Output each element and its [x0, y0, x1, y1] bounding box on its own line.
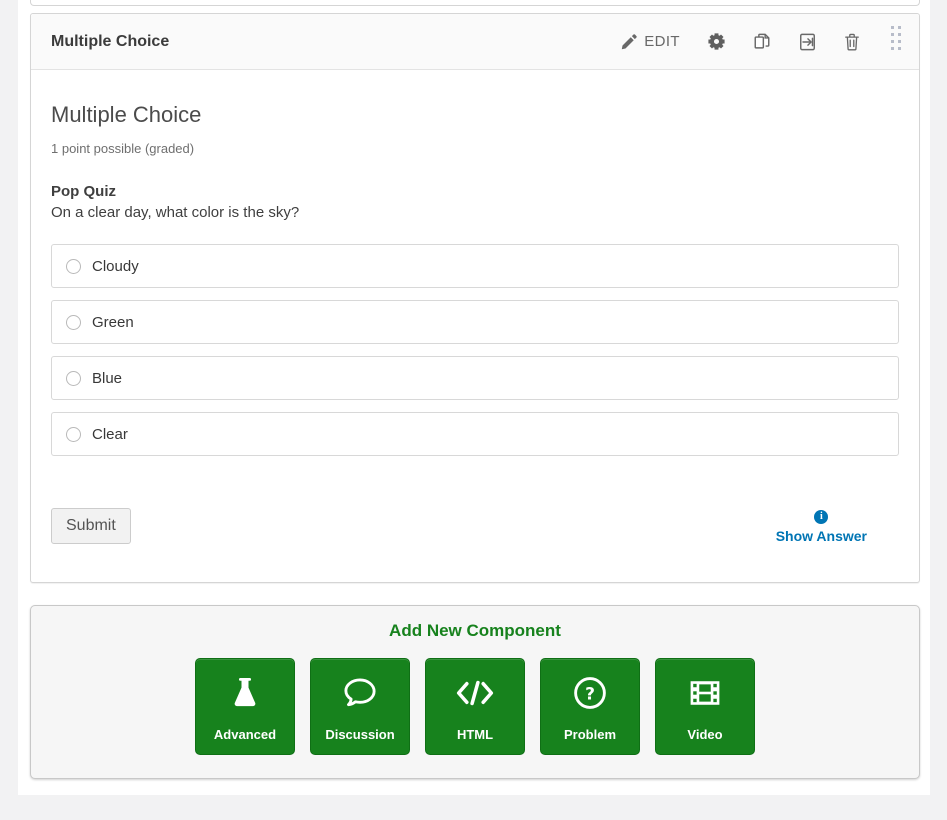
- component-card-multiple-choice: Multiple Choice EDIT: [30, 13, 920, 583]
- answer-option-green[interactable]: Green: [51, 300, 899, 344]
- move-icon: [799, 33, 816, 51]
- answer-option-cloudy[interactable]: Cloudy: [51, 244, 899, 288]
- add-discussion-button[interactable]: Discussion: [310, 658, 410, 755]
- unit-content-column: Multiple Choice EDIT: [18, 0, 930, 795]
- duplicate-button[interactable]: [739, 27, 785, 57]
- add-button-label: Video: [687, 727, 722, 754]
- component-title: Multiple Choice: [51, 33, 169, 51]
- add-button-label: Problem: [564, 727, 616, 754]
- previous-component-edge: [30, 0, 920, 6]
- delete-button[interactable]: [830, 27, 874, 57]
- unit-page: Multiple Choice EDIT: [0, 0, 947, 820]
- drag-handle[interactable]: [874, 20, 909, 63]
- settings-button[interactable]: [694, 27, 739, 56]
- answer-options: Cloudy Green Blue Clear: [51, 244, 899, 456]
- option-label: Green: [92, 314, 134, 331]
- problem-heading: Multiple Choice: [51, 102, 899, 128]
- question-circle-icon: ?: [573, 659, 607, 727]
- component-actions: EDIT: [607, 20, 909, 63]
- add-component-buttons: Advanced Discussion HTML ?: [31, 658, 919, 755]
- gear-icon: [708, 33, 725, 50]
- edit-button-label: EDIT: [644, 33, 680, 50]
- speech-bubble-icon: [343, 659, 377, 727]
- add-new-component-panel: Add New Component Advanced Discussion: [30, 605, 920, 779]
- component-header: Multiple Choice EDIT: [31, 14, 919, 70]
- add-video-button[interactable]: Video: [655, 658, 755, 755]
- pencil-icon: [621, 34, 637, 50]
- code-icon: [455, 659, 495, 727]
- duplicate-icon: [753, 33, 771, 51]
- flask-icon: [230, 659, 260, 727]
- points-possible: 1 point possible (graded): [51, 141, 899, 156]
- radio-cloudy[interactable]: [66, 259, 81, 274]
- show-answer-link[interactable]: i Show Answer: [776, 506, 899, 544]
- problem-body: Multiple Choice 1 point possible (graded…: [31, 70, 919, 582]
- option-label: Clear: [92, 426, 128, 443]
- question-text: On a clear day, what color is the sky?: [51, 204, 899, 221]
- question-title: Pop Quiz: [51, 183, 899, 200]
- submit-button[interactable]: Submit: [51, 508, 131, 544]
- answer-option-blue[interactable]: Blue: [51, 356, 899, 400]
- add-button-label: HTML: [457, 727, 493, 754]
- problem-actions-row: Submit i Show Answer: [51, 506, 899, 544]
- radio-green[interactable]: [66, 315, 81, 330]
- add-button-label: Discussion: [325, 727, 394, 754]
- add-problem-button[interactable]: ? Problem: [540, 658, 640, 755]
- add-button-label: Advanced: [214, 727, 276, 754]
- info-icon: i: [814, 510, 828, 524]
- answer-option-clear[interactable]: Clear: [51, 412, 899, 456]
- move-button[interactable]: [785, 27, 830, 57]
- film-icon: [688, 659, 722, 727]
- drag-dots-icon: [890, 24, 903, 56]
- option-label: Cloudy: [92, 258, 139, 275]
- option-label: Blue: [92, 370, 122, 387]
- add-html-button[interactable]: HTML: [425, 658, 525, 755]
- radio-clear[interactable]: [66, 427, 81, 442]
- show-answer-label: Show Answer: [776, 528, 867, 544]
- radio-blue[interactable]: [66, 371, 81, 386]
- add-new-component-title: Add New Component: [31, 621, 919, 641]
- svg-text:?: ?: [585, 685, 595, 705]
- edit-button[interactable]: EDIT: [607, 27, 694, 56]
- add-advanced-button[interactable]: Advanced: [195, 658, 295, 755]
- trash-icon: [844, 33, 860, 51]
